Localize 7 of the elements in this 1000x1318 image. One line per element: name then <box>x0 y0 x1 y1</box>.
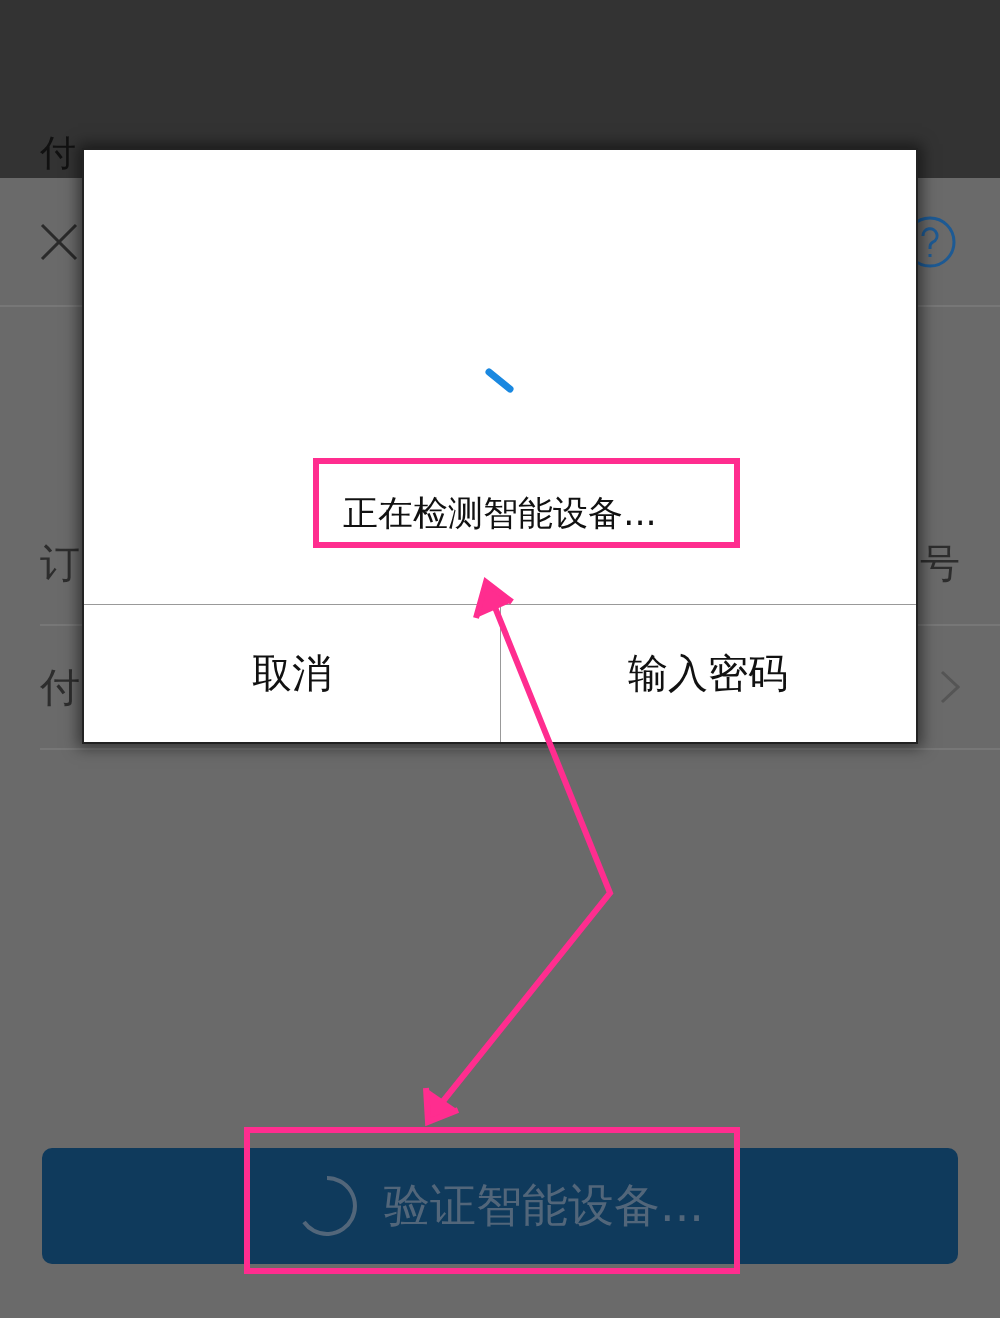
dialog-button[interactable]: 输入密码 <box>499 605 916 742</box>
row-value: 号 <box>920 538 960 588</box>
cancel-button[interactable]: 取消 <box>84 605 500 742</box>
close-icon[interactable] <box>40 222 78 261</box>
row-label: 订 <box>40 538 80 588</box>
row-label: 付 <box>40 662 80 712</box>
dialog-message: 正在检测智能设备... <box>343 492 657 535</box>
